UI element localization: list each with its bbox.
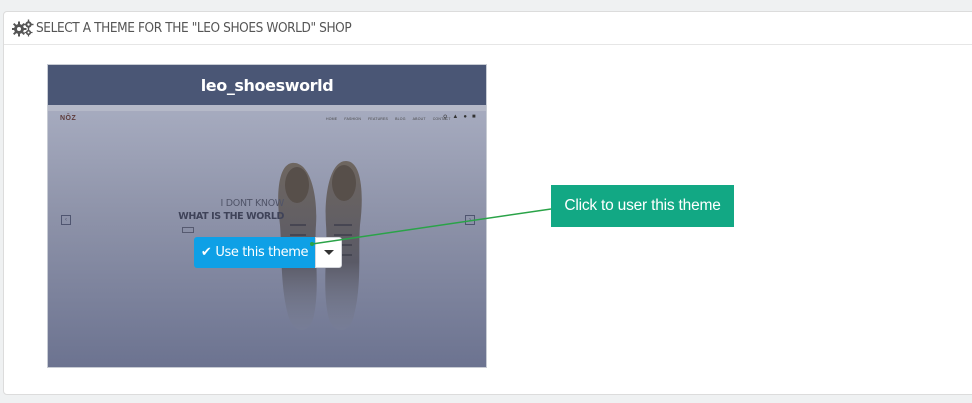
preview-next-arrow-icon: ›: [465, 215, 475, 225]
preview-settings-icon: ●: [463, 114, 467, 120]
preview-user-icon: ▲: [452, 114, 459, 120]
use-this-theme-label: Use this theme: [215, 245, 309, 260]
preview-nav-item: HOME: [326, 117, 338, 121]
theme-preview-image: NŌZ HOME FASHION FEATURES BLOG ABOUT CON…: [48, 105, 486, 367]
panel-title: SELECT A THEME FOR THE "LEO SHOES WORLD"…: [36, 20, 352, 36]
preview-small-button: [182, 227, 194, 233]
preview-search-icon: ⚲: [443, 115, 448, 121]
theme-card: leo_shoesworld NŌZ HOME FASHION FEATURES…: [47, 64, 487, 368]
panel-heading: SELECT A THEME FOR THE "LEO SHOES WORLD"…: [4, 12, 972, 45]
use-this-theme-button[interactable]: ✔ Use this theme: [194, 237, 315, 268]
preview-prev-arrow-icon: ‹: [61, 215, 71, 225]
theme-name: leo_shoesworld: [48, 65, 486, 105]
use-theme-button-group: ✔ Use this theme: [194, 237, 342, 268]
caret-down-icon: [323, 250, 334, 255]
preview-top-bar: [48, 105, 486, 111]
check-icon: ✔: [200, 245, 212, 260]
theme-options-dropdown-button[interactable]: [315, 237, 342, 268]
preview-hero-line1: I DONT KNOW: [220, 198, 285, 209]
cogs-icon: [11, 19, 34, 37]
preview-nav-item: FEATURES: [368, 117, 389, 121]
preview-nav-item: ABOUT: [412, 117, 426, 121]
preview-hero-line2: WHAT IS THE WORLD: [178, 211, 284, 222]
preview-cart-icon: ■: [471, 114, 476, 120]
preview-nav-item: FASHION: [344, 117, 362, 121]
theme-panel: SELECT A THEME FOR THE "LEO SHOES WORLD"…: [3, 11, 972, 395]
preview-logo: NŌZ: [60, 115, 77, 122]
preview-nav-item: BLOG: [395, 117, 406, 121]
preview-nav: HOME FASHION FEATURES BLOG ABOUT CONTACT: [326, 117, 451, 121]
callout-tooltip: Click to user this theme: [551, 185, 734, 227]
preview-header-icons: ⚲ ▲ ● ■: [443, 114, 476, 121]
